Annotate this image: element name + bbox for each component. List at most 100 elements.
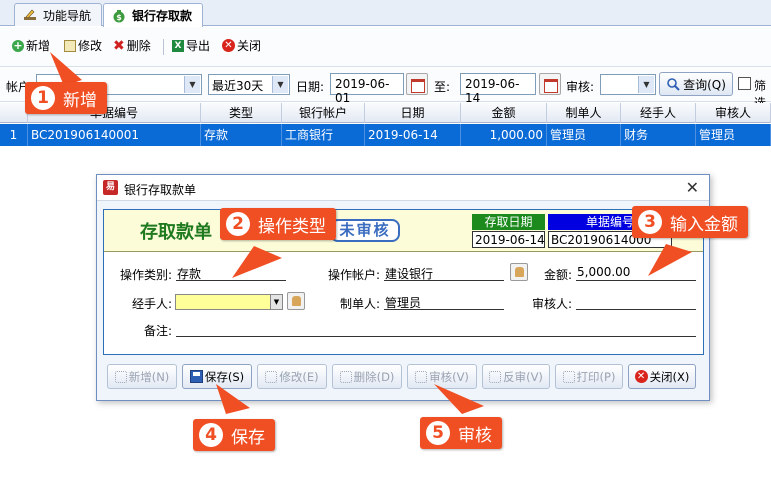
dialog-save-button[interactable]: 保存(S) xyxy=(182,364,252,389)
callout-1: 1 新增 xyxy=(25,82,107,114)
row-type: 存款 xyxy=(201,124,282,146)
search-icon xyxy=(667,78,680,91)
column-header-handler[interactable]: 经手人 xyxy=(621,103,696,123)
calendar-from-button[interactable] xyxy=(406,73,428,95)
column-header-auditor[interactable]: 审核人 xyxy=(696,103,771,123)
audit-select[interactable]: ▼ xyxy=(600,74,656,95)
column-header-maker[interactable]: 制单人 xyxy=(547,103,621,123)
callout-text: 审核 xyxy=(458,425,492,446)
account-picker-button[interactable] xyxy=(510,263,528,281)
amount-field[interactable]: 5,000.00 xyxy=(576,265,696,281)
plus-circle-icon: + xyxy=(12,38,24,52)
amount-label: 金额: xyxy=(543,268,572,282)
dialog-audit-button[interactable]: 审核(V) xyxy=(407,364,477,389)
op-account-field[interactable]: 建设银行 xyxy=(384,265,504,281)
dialog-edit-button[interactable]: 修改(E) xyxy=(257,364,327,389)
row-amount: 1,000.00 xyxy=(461,124,547,146)
callout-text: 新增 xyxy=(63,90,97,111)
op-type-field[interactable]: 存款 xyxy=(176,265,286,281)
handler-select[interactable]: ▼ xyxy=(175,294,283,310)
query-button[interactable]: 查询(Q) xyxy=(659,72,733,96)
add-icon xyxy=(114,370,127,383)
tab-bank-deposit[interactable]: $ 银行存取款 xyxy=(103,3,204,27)
row-date: 2019-06-14 xyxy=(365,124,461,146)
dialog-close-icon[interactable]: ✕ xyxy=(686,178,699,197)
handler-picker-button[interactable] xyxy=(287,292,305,310)
dialog-unaudit-button[interactable]: 反审(V) xyxy=(482,364,550,389)
form-header: 存取款单 未审核 存取日期 2019-06-14 单据编号 BC20190614… xyxy=(104,210,703,252)
svg-text:$: $ xyxy=(116,13,122,22)
remark-field[interactable] xyxy=(176,321,696,337)
deposit-dialog: 易 银行存取款单 ✕ 存取款单 未审核 存取日期 2019-06-14 单据编号… xyxy=(96,174,710,401)
save-icon xyxy=(189,370,203,383)
delete-button[interactable]: ✖ 删除 xyxy=(113,37,151,54)
column-header-bank-account[interactable]: 银行帐户 xyxy=(282,103,365,123)
chevron-down-icon: ▼ xyxy=(184,76,200,93)
tab-label: 功能导航 xyxy=(43,8,92,23)
form-panel: 存取款单 未审核 存取日期 2019-06-14 单据编号 BC20190614… xyxy=(103,209,704,355)
add-button[interactable]: + 新增 xyxy=(12,37,50,54)
callout-4: 4 保存 xyxy=(193,419,275,451)
tab-strip: 功能导航 $ 银行存取款 xyxy=(0,0,771,27)
row-bank-account: 工商银行 xyxy=(282,124,365,146)
callout-number: 1 xyxy=(31,86,55,110)
dialog-delete-button[interactable]: 删除(D) xyxy=(332,364,402,389)
row-maker: 管理员 xyxy=(547,124,621,146)
money-bag-icon: $ xyxy=(113,9,125,22)
app-logo-icon: 易 xyxy=(103,180,118,195)
remark-label: 备注: xyxy=(143,324,172,338)
dialog-print-button[interactable]: 打印(P) xyxy=(555,364,623,389)
column-header-amount[interactable]: 金额 xyxy=(461,103,547,123)
callout-2: 2 操作类型 xyxy=(220,208,336,240)
delete-button-label: 删除 xyxy=(126,39,151,53)
dialog-close-button[interactable]: ✕ 关闭(X) xyxy=(628,364,696,389)
dialog-add-button[interactable]: 新增(N) xyxy=(107,364,177,389)
callout-text: 保存 xyxy=(231,427,265,448)
op-type-label: 操作类别: xyxy=(119,268,172,282)
callout-number: 2 xyxy=(226,212,250,236)
op-account-label: 操作帐户: xyxy=(327,268,380,282)
auditor-field xyxy=(576,294,696,310)
bill-date-field[interactable]: 2019-06-14 xyxy=(472,231,545,248)
close-icon: ✕ xyxy=(634,370,648,383)
callout-3: 3 输入金额 xyxy=(632,206,748,238)
dialog-close-label: 关闭(X) xyxy=(649,369,690,384)
column-header-date[interactable]: 日期 xyxy=(365,103,461,123)
status-badge: 未审核 xyxy=(330,219,400,242)
tab-function-nav[interactable]: 功能导航 xyxy=(14,3,103,26)
export-button-label: 导出 xyxy=(186,39,211,53)
dialog-unaudit-label: 反审(V) xyxy=(503,369,543,384)
period-select-value: 最近30天 xyxy=(212,79,264,93)
edit-icon xyxy=(265,370,278,383)
filter-checkbox[interactable] xyxy=(738,77,751,90)
date-from-input[interactable]: 2019-06-01 xyxy=(330,73,404,105)
delete-x-icon: ✖ xyxy=(113,37,125,54)
query-button-label: 查询(Q) xyxy=(683,77,726,92)
unaudit-icon xyxy=(489,370,502,383)
row-handler: 财务 xyxy=(621,124,696,146)
edit-button[interactable]: 修改 xyxy=(64,37,102,54)
date-header: 存取日期 xyxy=(472,214,545,230)
dialog-delete-label: 删除(D) xyxy=(353,369,395,384)
period-select[interactable]: 最近30天 ▼ xyxy=(208,74,290,95)
table-row[interactable]: 1 BC201906140001 存款 工商银行 2019-06-14 1,00… xyxy=(0,124,771,146)
callout-text: 操作类型 xyxy=(258,216,326,237)
callout-number: 4 xyxy=(199,423,223,447)
column-header-index[interactable] xyxy=(0,103,28,123)
dialog-print-label: 打印(P) xyxy=(576,369,616,384)
audit-label: 审核: xyxy=(566,80,595,94)
dialog-title: 银行存取款单 xyxy=(124,183,197,197)
date-to-input[interactable]: 2019-06-14 xyxy=(460,73,536,105)
close-icon: ✕ xyxy=(222,39,235,52)
close-button[interactable]: ✕ 关闭 xyxy=(222,37,261,54)
callout-5: 5 审核 xyxy=(420,417,502,449)
excel-icon: X xyxy=(172,39,184,52)
export-button[interactable]: X 导出 xyxy=(172,37,210,54)
delete-icon xyxy=(339,370,352,383)
chevron-down-icon: ▼ xyxy=(638,76,654,93)
handler-label: 经手人: xyxy=(131,297,172,311)
calendar-to-button[interactable] xyxy=(539,73,561,95)
row-auditor: 管理员 xyxy=(696,124,771,146)
column-header-type[interactable]: 类型 xyxy=(201,103,282,123)
add-button-label: 新增 xyxy=(26,39,51,53)
